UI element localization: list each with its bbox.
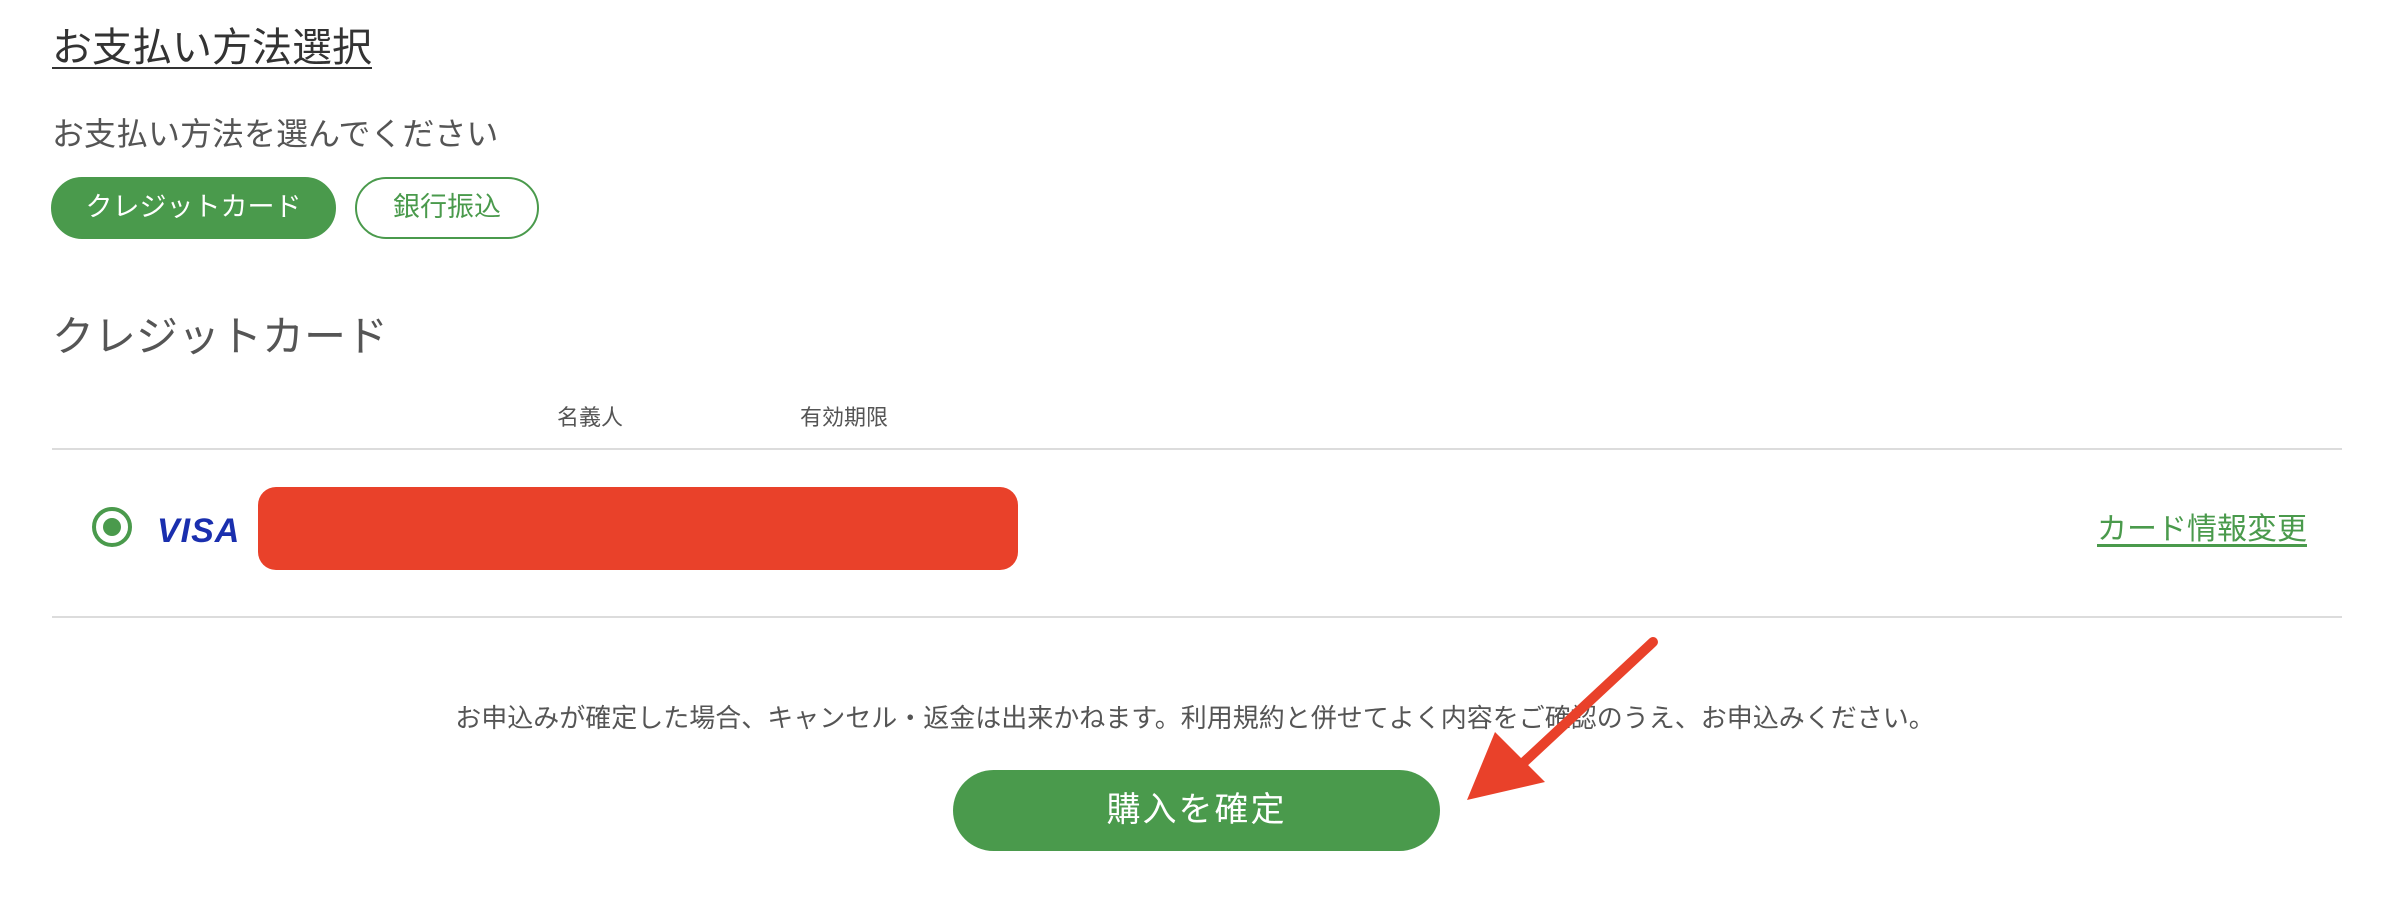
redacted-card-details [258,487,1018,570]
column-header-holder: 名義人 [557,406,624,431]
payment-method-credit-card-button[interactable]: クレジットカード [51,177,336,239]
table-divider-bottom [52,616,2342,618]
column-header-expiry: 有効期限 [800,406,889,431]
card-radio-button[interactable] [92,507,132,547]
change-card-info-link[interactable]: カード情報変更 [2097,510,2307,550]
visa-logo: VISA [157,512,241,550]
table-divider-top [52,448,2342,450]
page-title: お支払い方法選択 [52,20,372,76]
radio-selected-icon [103,518,121,536]
payment-method-bank-transfer-button[interactable]: 銀行振込 [355,177,539,239]
credit-card-section-title: クレジットカード [52,312,389,361]
cancellation-notice: お申込みが確定した場合、キャンセル・返金は出来かねます。利用規約と併せてよく内容… [455,704,1935,734]
page-subtitle: お支払い方法を選んでください [52,115,499,153]
confirm-purchase-button[interactable]: 購入を確定 [953,770,1440,851]
page-title-text: お支払い方法選択 [52,25,372,71]
